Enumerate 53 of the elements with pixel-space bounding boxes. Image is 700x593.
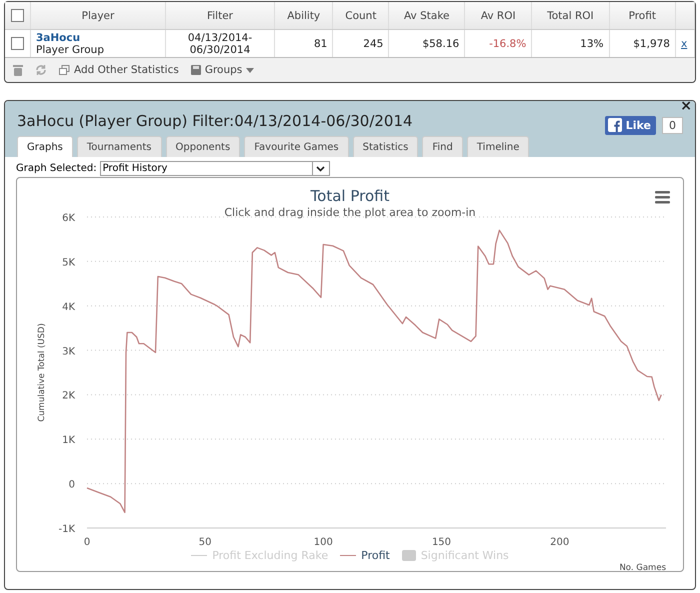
column-header[interactable]: Av ROI: [464, 2, 532, 30]
tab[interactable]: Timeline: [466, 136, 530, 157]
panel-title: 3aHocu (Player Group) Filter:04/13/2014-06/30/2014: [17, 112, 413, 130]
column-header[interactable]: Total ROI: [532, 2, 610, 30]
legend-item[interactable]: Profit: [340, 549, 390, 562]
graph-select-label: Graph Selected:: [16, 163, 97, 174]
y-tick-label: 3K: [62, 346, 75, 358]
x-tick-label: 50: [198, 537, 212, 548]
x-tick-label: 100: [314, 537, 333, 548]
graph-dropdown[interactable]: Profit History: [100, 161, 330, 176]
tab[interactable]: Find: [422, 136, 463, 157]
y-tick-label: 2K: [62, 390, 75, 402]
save-icon: [190, 65, 201, 75]
facebook-icon: [608, 118, 622, 132]
y-tick-label: 6K: [62, 213, 75, 224]
chevron-down-icon: [316, 166, 326, 172]
copy-icon: [59, 65, 70, 75]
row-checkbox[interactable]: [11, 37, 24, 50]
x-tick-label: 200: [550, 537, 570, 548]
tab[interactable]: Statistics: [352, 136, 418, 157]
tab[interactable]: Graphs: [17, 136, 73, 157]
player-link[interactable]: 3aHocu: [36, 32, 80, 44]
trash-icon[interactable]: [13, 64, 23, 76]
column-header[interactable]: Player: [30, 2, 166, 30]
y-tick-label: -1K: [58, 524, 75, 535]
remove-link[interactable]: x: [681, 38, 688, 50]
column-header[interactable]: Count: [332, 2, 389, 30]
like-button[interactable]: Like: [604, 116, 656, 134]
y-tick-label: 0: [68, 480, 75, 491]
groups-button[interactable]: Groups: [190, 64, 254, 76]
chart-subtitle: Click and drag inside the plot area to zoom-in: [224, 206, 476, 219]
select-all-checkbox[interactable]: [11, 9, 24, 22]
like-count: 0: [662, 116, 683, 134]
caret-icon: [246, 68, 254, 72]
y-tick-label: 1K: [62, 435, 75, 446]
tab[interactable]: Opponents: [166, 136, 240, 157]
column-header[interactable]: Profit: [609, 2, 676, 30]
tab[interactable]: Favourite Games: [244, 136, 349, 157]
menu-icon[interactable]: [655, 191, 670, 204]
column-header[interactable]: Filter: [166, 2, 274, 30]
y-tick-label: 5K: [62, 257, 75, 268]
chart-title: Total Profit: [310, 187, 390, 205]
y-axis-title: Cumulative Total (USD): [37, 323, 47, 422]
x-tick-label: 0: [84, 537, 90, 548]
column-header[interactable]: Av Stake: [388, 2, 465, 30]
column-header[interactable]: Ability: [274, 2, 333, 30]
close-button[interactable]: ×: [680, 101, 692, 114]
x-axis-title: No. Games: [619, 563, 666, 571]
player-type: Player Group: [36, 44, 105, 56]
tab[interactable]: Tournaments: [76, 136, 162, 157]
x-tick-label: 150: [432, 537, 452, 548]
add-statistics-button[interactable]: Add Other Statistics: [59, 64, 179, 76]
y-tick-label: 4K: [62, 302, 75, 313]
